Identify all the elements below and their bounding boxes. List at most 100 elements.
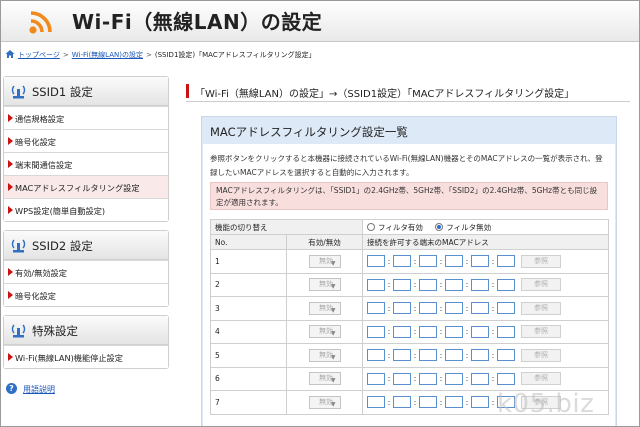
enabled-select[interactable]: 無効 ▼ [308, 278, 341, 292]
breadcrumb-separator: > [62, 51, 69, 59]
filter-on-label: フィルタ有効 [378, 222, 423, 232]
mac-octet-input[interactable] [445, 255, 463, 268]
browse-button[interactable]: 参照 [521, 254, 561, 268]
help-link-label[interactable]: 用語説明 [23, 384, 55, 395]
chevron-down-icon: ▼ [330, 259, 336, 267]
mac-octet-input[interactable] [471, 278, 489, 291]
enabled-select[interactable]: 無効 ▼ [308, 372, 341, 386]
filter-on-radio[interactable] [367, 222, 375, 231]
mac-octet-input[interactable] [445, 349, 463, 362]
mac-octet-input[interactable] [471, 372, 489, 385]
sidebar-item-encryption-2[interactable]: 暗号化設定 [4, 283, 168, 306]
mac-octet-input[interactable] [471, 255, 489, 268]
browse-button[interactable]: 参照 [521, 325, 561, 339]
mac-octet-input[interactable] [393, 255, 411, 268]
mac-octet-input[interactable] [419, 349, 437, 362]
mac-octet-input[interactable] [445, 302, 463, 315]
enabled-select[interactable]: 無効 ▼ [308, 254, 341, 268]
browse-button[interactable]: 参照 [521, 301, 561, 315]
mac-separator: : [439, 397, 443, 407]
sidebar-item-terminal-comm[interactable]: 端末間通信設定 [4, 152, 168, 175]
mac-octet-input[interactable] [497, 372, 515, 385]
enabled-select[interactable]: 無効 ▼ [308, 348, 341, 362]
mac-octet-input[interactable] [367, 302, 385, 315]
mac-octet-input[interactable] [471, 325, 489, 338]
mac-octet-input[interactable] [367, 325, 385, 338]
sidebar-group-ssid1: SSID1 設定 通信規格設定 暗号化設定 端末間通信設定 MACアドレスフィル… [3, 76, 169, 222]
browse-button[interactable]: 参照 [521, 372, 561, 386]
arrow-right-icon [8, 160, 13, 168]
antenna-icon [11, 85, 26, 99]
mac-separator: : [413, 256, 417, 266]
sidebar-item-encryption[interactable]: 暗号化設定 [4, 129, 168, 152]
antenna-icon [11, 239, 26, 253]
mac-octet-input[interactable] [497, 325, 515, 338]
mac-separator: : [439, 350, 443, 360]
sidebar-group-header: SSID2 設定 [4, 231, 168, 260]
filter-toggle-label: 機能の切り替え [210, 219, 363, 235]
mac-octet-input[interactable] [393, 302, 411, 315]
mac-octet-input[interactable] [471, 302, 489, 315]
mac-octet-input[interactable] [393, 372, 411, 385]
browse-button[interactable]: 参照 [521, 278, 561, 292]
mac-separator: : [413, 374, 417, 384]
mac-octet-input[interactable] [393, 325, 411, 338]
mac-octet-input[interactable] [445, 396, 463, 409]
mac-octet-input[interactable] [367, 278, 385, 291]
mac-separator: : [465, 303, 469, 313]
sidebar-group-title: SSID1 設定 [32, 85, 93, 99]
mac-separator: : [465, 280, 469, 290]
mac-octet-input[interactable] [393, 349, 411, 362]
sidebar-item-standard[interactable]: 通信規格設定 [4, 106, 168, 129]
mac-octet-input[interactable] [497, 349, 515, 362]
mac-separator: : [465, 256, 469, 266]
mac-octet-input[interactable] [419, 278, 437, 291]
mac-octet-input[interactable] [419, 325, 437, 338]
mac-separator: : [465, 350, 469, 360]
enabled-select[interactable]: 無効 ▼ [308, 395, 341, 409]
mac-octet-input[interactable] [367, 349, 385, 362]
filter-off-radio[interactable] [435, 222, 444, 231]
mac-octet-input[interactable] [445, 278, 463, 291]
page-heading: 「Wi-Fi（無線LAN）の設定」→（SSID1設定）「MACアドレスフィルタリ… [186, 82, 630, 102]
mac-octet-input[interactable] [471, 396, 489, 409]
mac-octet-input[interactable] [497, 278, 515, 291]
column-header-no: No. [210, 234, 287, 250]
mac-octet-input[interactable] [497, 255, 515, 268]
mac-octet-input[interactable] [367, 255, 385, 268]
description-text: 参照ボタンをクリックすると本機器に接続されているWi-Fi(無線LAN)機器とそ… [210, 154, 603, 177]
mac-octet-input[interactable] [367, 396, 385, 409]
mac-octet-input[interactable] [393, 278, 411, 291]
enabled-select[interactable]: 無効 ▼ [308, 301, 341, 315]
mac-separator: : [491, 397, 495, 407]
mac-octet-input[interactable] [497, 302, 515, 315]
mac-octet-input[interactable] [393, 396, 411, 409]
sidebar-item-wps[interactable]: WPS設定(簡単自動設定) [4, 198, 168, 221]
row-enabled-cell: 無効 ▼ [286, 390, 363, 415]
mac-octet-input[interactable] [419, 396, 437, 409]
mac-separator: : [413, 397, 417, 407]
mac-octet-input[interactable] [367, 372, 385, 385]
mac-octet-input[interactable] [445, 372, 463, 385]
mac-octet-input[interactable] [419, 372, 437, 385]
row-mac-cell: ::::: 参照 [362, 343, 609, 368]
sidebar-item-wifi-stop[interactable]: Wi-Fi(無線LAN)機能停止設定 [4, 345, 168, 368]
column-header-enabled: 有効/無効 [286, 234, 363, 250]
mac-octet-input[interactable] [471, 349, 489, 362]
breadcrumb-wifi-settings[interactable]: Wi-Fi(無線LAN)の設定 [72, 51, 143, 59]
mac-octet-input[interactable] [419, 302, 437, 315]
sidebar-item-label: 暗号化設定 [15, 291, 56, 301]
breadcrumb-top[interactable]: トップページ [18, 51, 60, 59]
mac-octet-input[interactable] [419, 255, 437, 268]
sidebar-item-mac-filter[interactable]: MACアドレスフィルタリング設定 [4, 175, 168, 198]
filter-toggle-row: 機能の切り替え フィルタ有効 フィルタ無効 [210, 219, 609, 235]
browse-button[interactable]: 参照 [521, 348, 561, 362]
enabled-select[interactable]: 無効 ▼ [308, 325, 341, 339]
row-mac-cell: ::::: 参照 [362, 366, 609, 391]
chevron-down-icon: ▼ [330, 306, 336, 314]
arrow-right-icon [8, 114, 13, 122]
chevron-down-icon: ▼ [330, 330, 336, 338]
sidebar-item-enable[interactable]: 有効/無効設定 [4, 260, 168, 283]
mac-octet-input[interactable] [445, 325, 463, 338]
sidebar-item-label: Wi-Fi(無線LAN)機能停止設定 [15, 353, 123, 363]
